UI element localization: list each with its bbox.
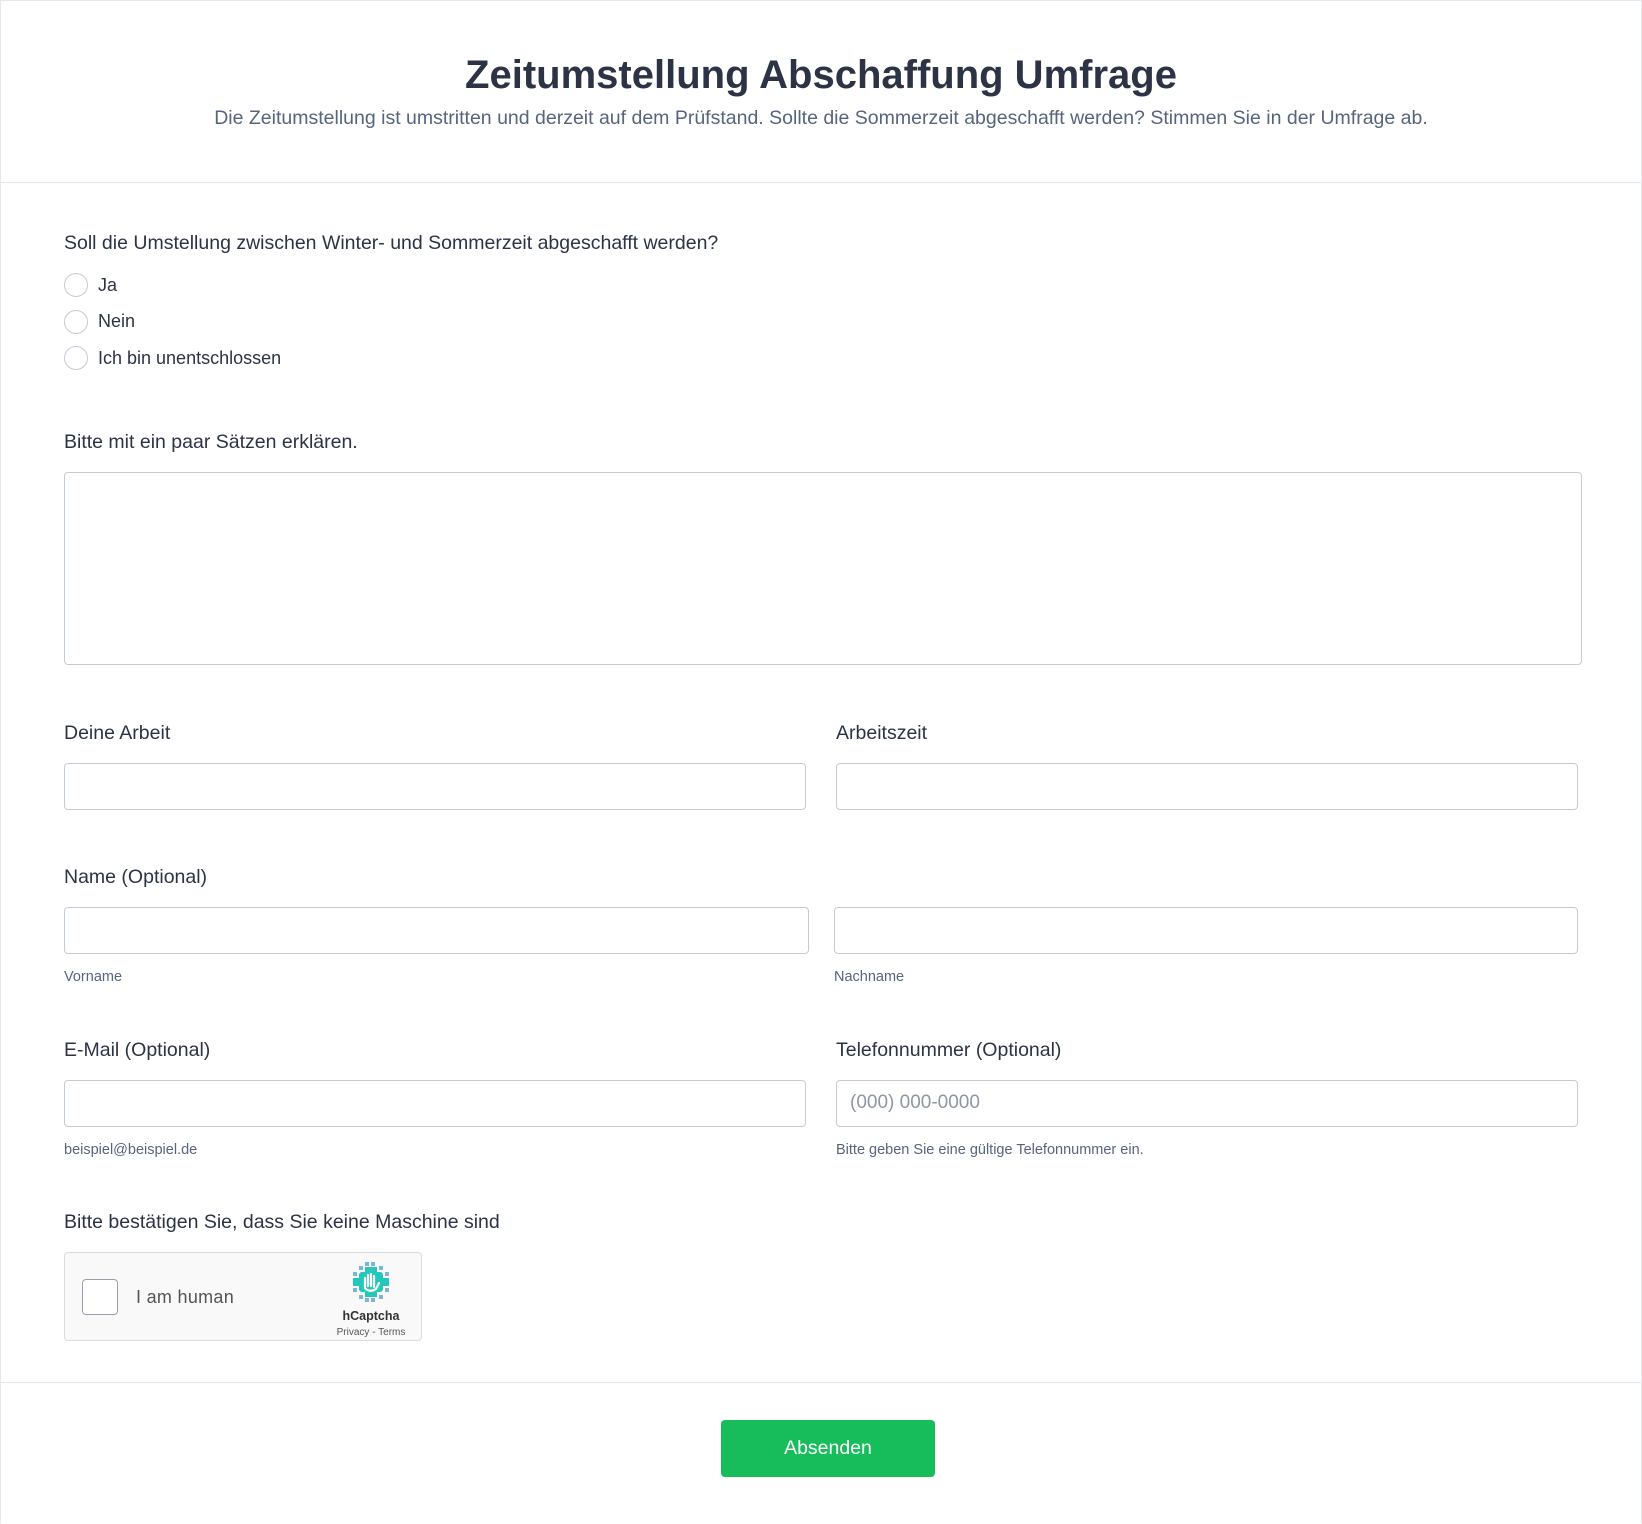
form-subtitle: Die Zeitumstellung ist umstritten und de… bbox=[214, 107, 1428, 129]
captcha-field: Bitte bestätigen Sie, dass Sie keine Mas… bbox=[64, 1210, 1578, 1341]
question-abolish-label: Soll die Umstellung zwischen Winter- und… bbox=[64, 232, 719, 254]
worktime-label: Arbeitszeit bbox=[836, 721, 928, 744]
email-sublabel: beispiel@beispiel.de bbox=[64, 1141, 198, 1158]
radio-option-nein[interactable]: Nein bbox=[64, 304, 1578, 341]
radio-option-label: Ja bbox=[98, 274, 118, 295]
radio-button[interactable] bbox=[64, 346, 88, 371]
radio-option-label: Nein bbox=[98, 311, 136, 332]
name-label: Name (Optional) bbox=[64, 865, 208, 888]
name-field: Name (Optional) Vorname Nachname bbox=[64, 865, 1578, 985]
submit-button[interactable]: Absenden bbox=[721, 1420, 935, 1477]
captcha-checkbox[interactable] bbox=[82, 1278, 118, 1315]
form-footer: Absenden bbox=[1, 1382, 1641, 1524]
work-label: Deine Arbeit bbox=[64, 721, 171, 744]
hcaptcha-hand-icon bbox=[353, 1261, 389, 1302]
captcha-widget: I am human hCaptcha Privacy - Terms bbox=[64, 1251, 422, 1341]
worktime-input[interactable] bbox=[836, 762, 1578, 810]
captcha-brand: hCaptcha bbox=[342, 1308, 400, 1323]
worktime-field: Arbeitszeit bbox=[836, 721, 1578, 810]
explain-label: Bitte mit ein paar Sätzen erklären. bbox=[64, 430, 358, 453]
radio-group: Ja Nein Ich bin unentschlossen bbox=[64, 267, 1578, 377]
last-name-input[interactable] bbox=[834, 906, 1578, 954]
phone-sublabel: Bitte geben Sie eine gültige Telefonnumm… bbox=[836, 1141, 1144, 1158]
name-inputs: Vorname Nachname bbox=[64, 906, 1578, 985]
contact-row: E-Mail (Optional) beispiel@beispiel.de T… bbox=[64, 1038, 1578, 1158]
phone-placeholder: (000) 000-0000 bbox=[850, 1092, 980, 1113]
captcha-logo: hCaptcha Privacy - Terms bbox=[333, 1261, 409, 1338]
form-header: Zeitumstellung Abschaffung Umfrage Die Z… bbox=[1, 1, 1641, 183]
captcha-label: Bitte bestätigen Sie, dass Sie keine Mas… bbox=[64, 1210, 500, 1233]
first-name-group: Vorname bbox=[64, 906, 809, 985]
form-title: Zeitumstellung Abschaffung Umfrage bbox=[465, 53, 1177, 97]
form-body: Soll die Umstellung zwischen Winter- und… bbox=[1, 183, 1641, 1341]
radio-option-ja[interactable]: Ja bbox=[64, 267, 1578, 304]
survey-form: Zeitumstellung Abschaffung Umfrage Die Z… bbox=[0, 0, 1642, 1524]
captcha-checkbox-label: I am human bbox=[136, 1286, 235, 1307]
last-name-group: Nachname bbox=[834, 906, 1578, 985]
radio-button[interactable] bbox=[64, 309, 88, 334]
first-name-sublabel: Vorname bbox=[64, 968, 123, 985]
first-name-input[interactable] bbox=[64, 906, 809, 954]
work-row: Deine Arbeit Arbeitszeit bbox=[64, 721, 1578, 810]
work-field: Deine Arbeit bbox=[64, 721, 806, 810]
radio-option-unentschlossen[interactable]: Ich bin unentschlossen bbox=[64, 340, 1578, 377]
explain-textarea[interactable] bbox=[64, 471, 1582, 665]
last-name-sublabel: Nachname bbox=[834, 968, 905, 985]
work-input[interactable] bbox=[64, 762, 806, 810]
radio-button[interactable] bbox=[64, 273, 88, 298]
phone-field: Telefonnummer (Optional) (000) 000-0000 … bbox=[836, 1038, 1578, 1158]
question-explain: Bitte mit ein paar Sätzen erklären. bbox=[64, 430, 1582, 665]
question-abolish: Soll die Umstellung zwischen Winter- und… bbox=[64, 231, 1578, 377]
radio-option-label: Ich bin unentschlossen bbox=[98, 347, 282, 368]
email-label: E-Mail (Optional) bbox=[64, 1038, 211, 1061]
phone-label: Telefonnummer (Optional) bbox=[836, 1038, 1062, 1061]
phone-input[interactable]: (000) 000-0000 bbox=[836, 1079, 1578, 1127]
captcha-links[interactable]: Privacy - Terms bbox=[333, 1327, 409, 1338]
email-input[interactable] bbox=[64, 1079, 806, 1127]
email-field: E-Mail (Optional) beispiel@beispiel.de bbox=[64, 1038, 806, 1158]
